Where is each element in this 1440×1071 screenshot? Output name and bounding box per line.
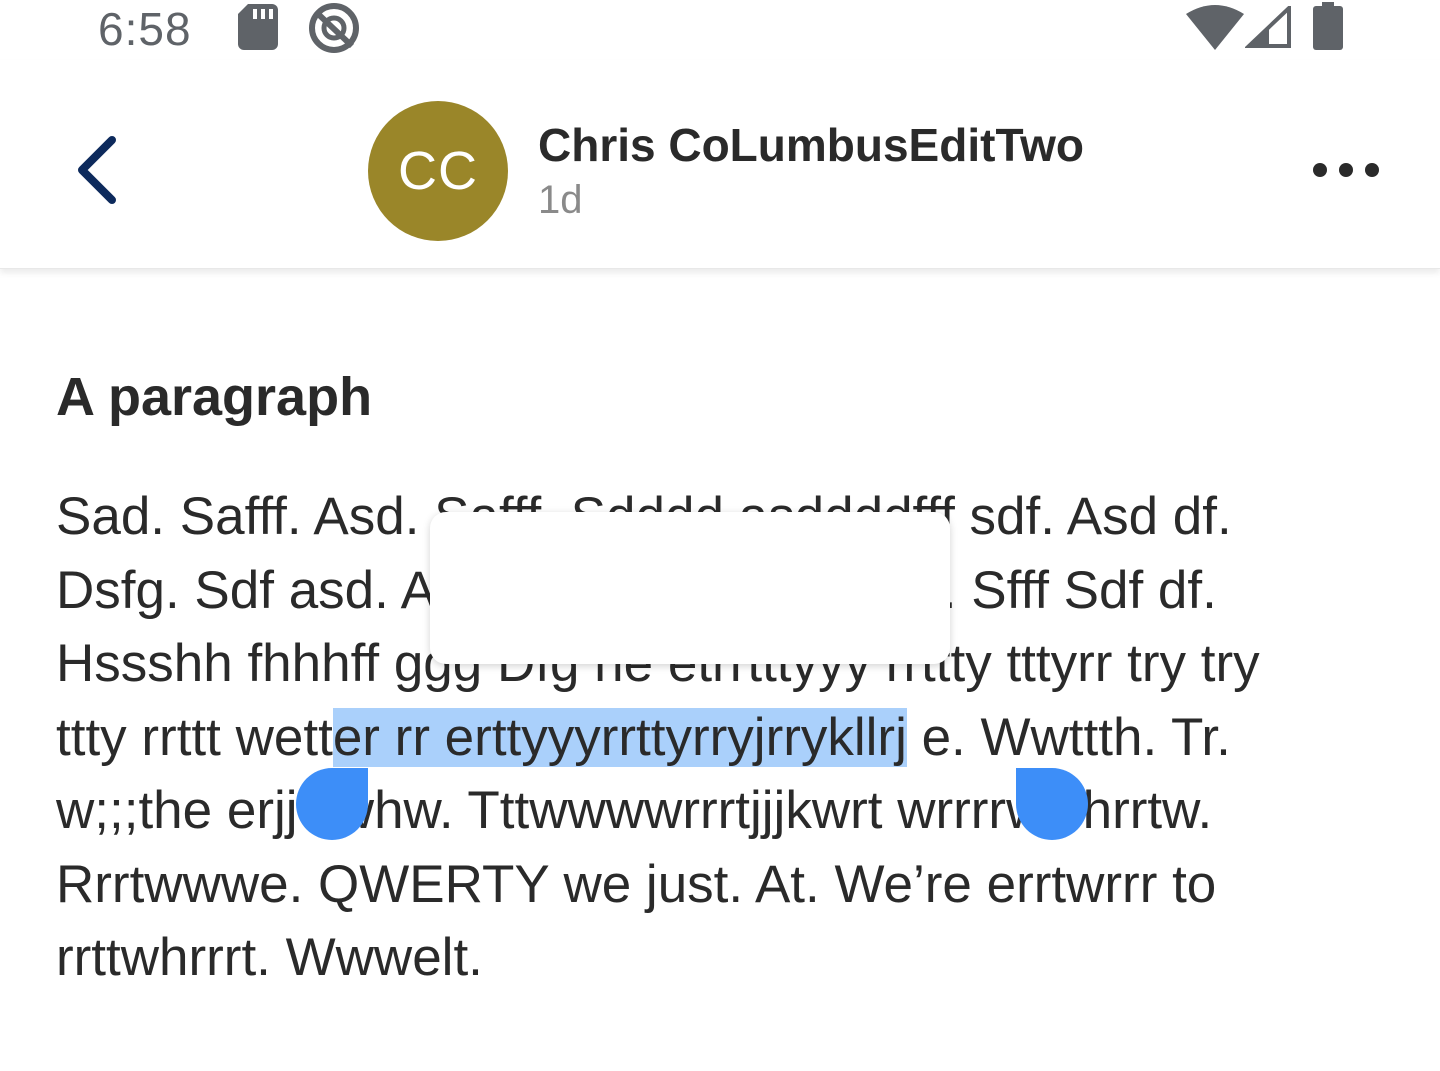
selected-text[interactable]: er rr erttyyyrrttyrryjrrykllrj bbox=[332, 707, 907, 767]
content-heading: A paragraph bbox=[56, 367, 373, 427]
selection-start-handle[interactable] bbox=[296, 768, 368, 840]
status-bar: 6:58 bbox=[0, 0, 1440, 60]
do-not-disturb-icon bbox=[309, 3, 359, 53]
paragraph-line: w;;;the erjjwwhw. Tttwwwwrrrtjjjkwrt wrr… bbox=[56, 781, 1213, 840]
avatar-initials: CC bbox=[398, 141, 478, 201]
selection-end-handle[interactable] bbox=[1016, 768, 1088, 840]
sd-card-icon bbox=[238, 4, 278, 50]
more-options-button[interactable] bbox=[1306, 150, 1386, 190]
back-button[interactable] bbox=[62, 130, 126, 210]
paragraph-line: ttty rrttt wetter rr erttyyyrrttyrryjrry… bbox=[56, 707, 1231, 767]
paragraph-line: rrttwhrrrt. Wwwelt. bbox=[56, 928, 483, 987]
message-time: 1d bbox=[538, 178, 583, 222]
screen: 6:58 CC Chris CoLumbusEditTwo 1d A parag… bbox=[0, 0, 1440, 1071]
message-header: CC Chris CoLumbusEditTwo 1d bbox=[0, 60, 1440, 269]
wifi-icon bbox=[1186, 5, 1244, 50]
status-time: 6:58 bbox=[98, 3, 192, 55]
chevron-left-icon bbox=[78, 136, 116, 204]
text-selection-popup[interactable] bbox=[430, 512, 950, 664]
battery-icon bbox=[1313, 2, 1343, 50]
signal-icon bbox=[1245, 6, 1291, 48]
avatar[interactable]: CC bbox=[368, 101, 508, 241]
sender-name: Chris CoLumbusEditTwo bbox=[538, 119, 1085, 171]
more-horizontal-icon bbox=[1313, 163, 1379, 177]
paragraph-line: Rrrtwwwe. QWERTY we just. At. We’re errt… bbox=[56, 854, 1217, 914]
